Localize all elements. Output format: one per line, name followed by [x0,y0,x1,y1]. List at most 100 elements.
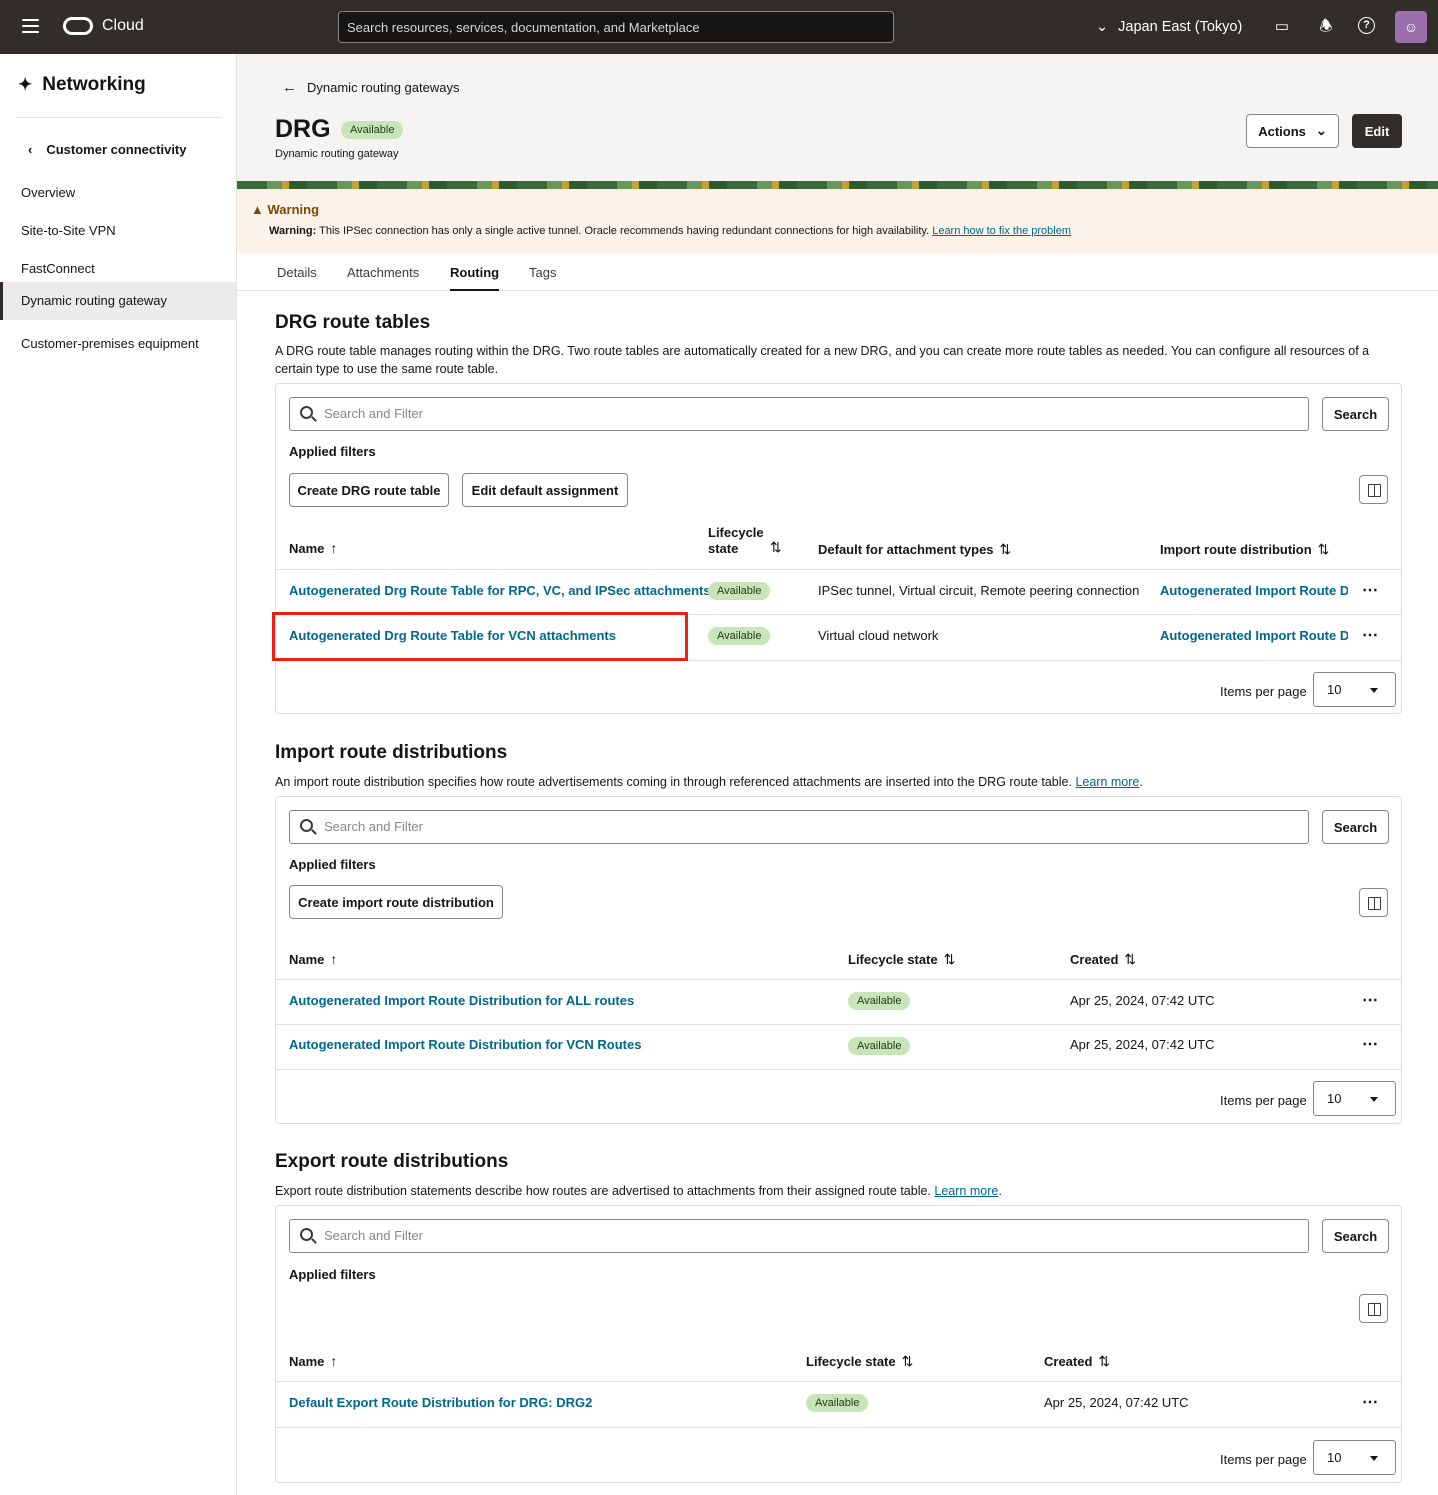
search-placeholder: Search and Filter [324,1228,423,1243]
cloud-shell-icon[interactable]: ▭ [1272,17,1292,37]
sort-ascending-icon: ↑ [330,1353,338,1369]
col-header-default-types[interactable]: Default for attachment types ⇅ [818,541,1011,558]
created-cell: Apr 25, 2024, 07:42 UTC [1044,1395,1189,1410]
items-per-page-label: Items per page [1220,684,1307,699]
table-row: Autogenerated Drg Route Table for RPC, V… [276,569,1401,615]
page-title: DRG [275,115,331,143]
warning-title-text: Warning [267,202,320,217]
profile-avatar-icon[interactable]: ☺ [1395,11,1427,43]
chevron-down-icon: ⌄ [1096,19,1109,35]
col-header-lifecycle[interactable]: Lifecycle state [708,525,764,557]
warning-fix-link[interactable]: Learn how to fix the problem [932,225,1071,237]
items-per-page-select[interactable]: 10 [1313,672,1396,707]
warning-banner: ▲ Warning Warning: This IPSec connection… [237,189,1438,253]
attachment-types-cell: IPSec tunnel, Virtual circuit, Remote pe… [818,583,1140,598]
import-dist-link[interactable]: Autogenerated Import Route Distribution … [1160,583,1348,598]
tab-routing[interactable]: Routing [450,265,500,291]
oracle-logo-icon[interactable] [63,17,93,35]
route-tables-search-input[interactable]: Search and Filter [289,397,1309,431]
networking-icon: ✦ [18,75,33,94]
brand-label[interactable]: Cloud [102,17,144,35]
col-header-created[interactable]: Created ⇅ [1044,1353,1110,1370]
col-header-lifecycle[interactable]: Lifecycle state ⇅ [806,1353,913,1370]
global-search-input[interactable]: Search resources, services, documentatio… [338,11,894,43]
sort-ascending-icon: ↑ [330,951,338,967]
items-per-page-select[interactable]: 10 [1313,1081,1396,1116]
tab-attachments[interactable]: Attachments [347,265,419,280]
table-row: Autogenerated Import Route Distribution … [276,979,1401,1024]
bell-icon[interactable]: 🕭 [1316,17,1336,37]
import-dist-link[interactable]: Autogenerated Import Route Distribution … [1160,628,1348,643]
create-drg-route-table-button[interactable]: Create DRG route table [289,473,449,507]
tab-details[interactable]: Details [277,265,317,280]
learn-more-link[interactable]: Learn more [1075,775,1139,789]
pagination-row: Items per page 10 [276,1427,1401,1483]
route-tables-search-button[interactable]: Search [1322,397,1389,431]
import-dist-name-link[interactable]: Autogenerated Import Route Distribution … [289,1037,641,1052]
actions-button[interactable]: Actions ⌄ [1246,114,1339,148]
export-dists-search-button[interactable]: Search [1322,1219,1389,1253]
edit-default-assignment-button[interactable]: Edit default assignment [462,473,628,507]
pagination-row: Items per page 10 [276,1069,1401,1123]
col-header-lifecycle[interactable]: Lifecycle state ⇅ [848,951,955,968]
warning-message: Warning: This IPSec connection has only … [269,225,1071,237]
status-badge: Available [848,992,911,1010]
help-icon[interactable]: ? [1358,17,1375,34]
row-actions-icon[interactable]: ⋯ [1362,1034,1379,1054]
col-lifecycle-label: Lifecycle state [848,952,938,967]
sidebar-item-site-to-site-vpn[interactable]: Site-to-Site VPN [0,212,236,250]
col-lifecycle-label: Lifecycle [708,525,764,540]
page-subtitle: Dynamic routing gateway [275,148,399,160]
col-lifecycle-label2: state [708,541,739,556]
import-dists-search-button[interactable]: Search [1322,810,1389,844]
row-actions-icon[interactable]: ⋯ [1362,580,1379,600]
sort-icon: ⇅ [999,541,1012,557]
search-icon [300,406,313,419]
col-header-name[interactable]: Name ↑ [289,951,337,968]
import-dists-search-input[interactable]: Search and Filter [289,810,1309,844]
import-dists-description: An import route distribution specifies h… [275,775,1143,789]
sort-icon[interactable]: ⇅ [770,539,782,555]
row-actions-icon[interactable]: ⋯ [1362,1392,1379,1412]
columns-toggle-icon[interactable] [1359,888,1388,917]
sidebar-item-customer-premises-equipment[interactable]: Customer-premises equipment [0,325,236,363]
col-header-name[interactable]: Name ↑ [289,1353,337,1370]
sort-icon: ⇅ [943,951,956,967]
columns-toggle-icon[interactable] [1359,475,1388,504]
back-to-drgs-link[interactable]: ← Dynamic routing gateways [282,79,459,96]
sidebar-back-link[interactable]: ‹ Customer connectivity [28,142,187,157]
col-name-label: Name [289,1354,325,1369]
tab-tags[interactable]: Tags [529,265,556,280]
export-dist-name-link[interactable]: Default Export Route Distribution for DR… [289,1395,592,1410]
learn-more-link[interactable]: Learn more [934,1184,998,1198]
row-actions-icon[interactable]: ⋯ [1362,990,1379,1010]
route-table-name-link[interactable]: Autogenerated Drg Route Table for RPC, V… [289,583,711,598]
table-row: Autogenerated Import Route Distribution … [276,1024,1401,1069]
chevron-down-icon: ⌄ [1315,123,1327,138]
export-dists-search-input[interactable]: Search and Filter [289,1219,1309,1253]
hamburger-menu-icon[interactable] [22,19,39,33]
sidebar-title: Networking [42,74,146,95]
export-dists-description: Export route distribution statements des… [275,1184,1002,1198]
applied-filters-label: Applied filters [289,857,376,872]
search-placeholder: Search and Filter [324,406,423,421]
col-header-created[interactable]: Created ⇅ [1070,951,1136,968]
col-header-import-dist[interactable]: Import route distribution ⇅ [1160,541,1329,558]
import-dists-desc-text: An import route distribution specifies h… [275,775,1072,789]
row-actions-icon[interactable]: ⋯ [1362,625,1379,645]
edit-button[interactable]: Edit [1352,114,1402,148]
region-label: Japan East (Tokyo) [1118,19,1243,35]
import-dists-panel: Search and Filter Search Applied filters… [275,796,1402,1124]
create-import-route-distribution-button[interactable]: Create import route distribution [289,885,503,919]
chevron-left-icon: ‹ [28,142,33,157]
col-import-dist-label: Import route distribution [1160,542,1312,557]
items-per-page-label: Items per page [1220,1093,1307,1108]
sidebar-item-dynamic-routing-gateway[interactable]: Dynamic routing gateway [0,282,236,320]
items-per-page-select[interactable]: 10 [1313,1440,1396,1475]
sidebar-item-overview[interactable]: Overview [0,174,236,212]
region-selector[interactable]: ⌄ Japan East (Tokyo) [1096,17,1242,37]
import-dist-name-link[interactable]: Autogenerated Import Route Distribution … [289,993,634,1008]
search-icon [300,819,313,832]
col-header-name[interactable]: Name ↑ [289,540,337,557]
columns-toggle-icon[interactable] [1359,1294,1388,1323]
